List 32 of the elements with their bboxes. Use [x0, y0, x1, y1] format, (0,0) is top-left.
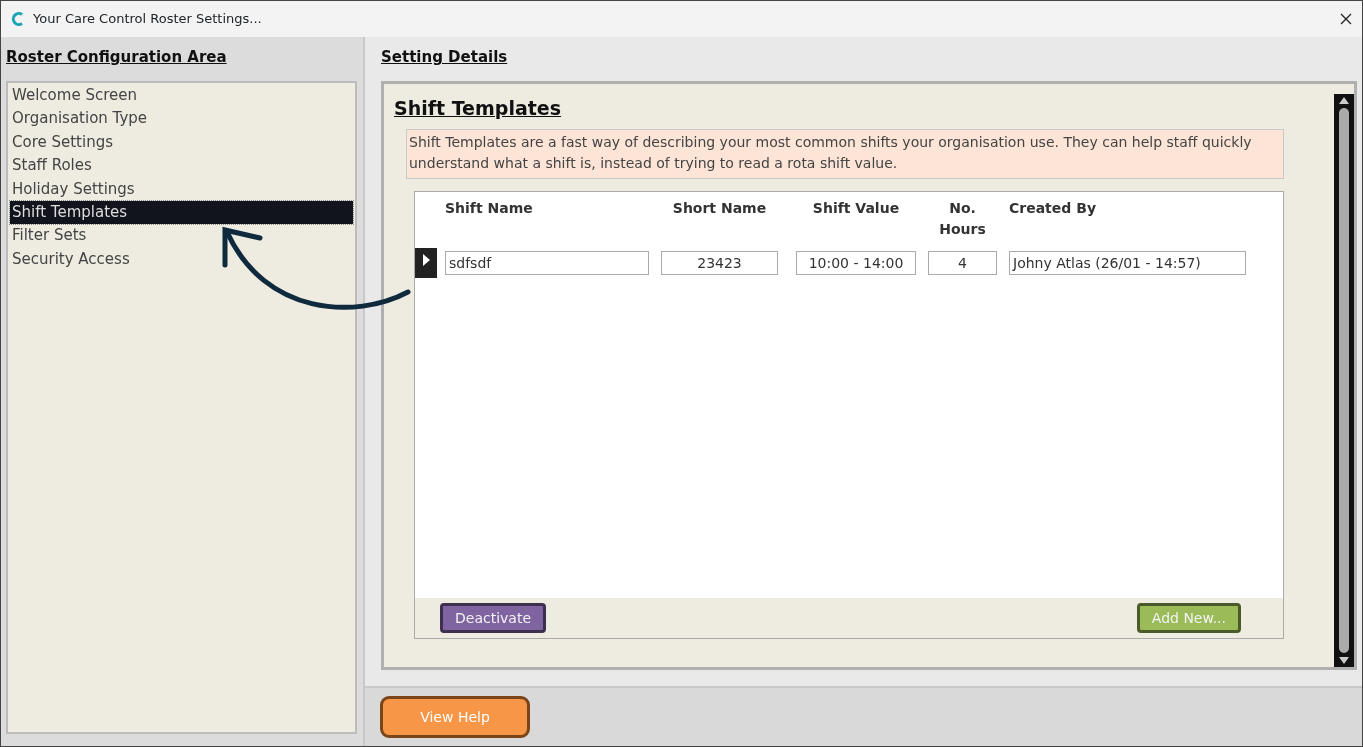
cell-field[interactable]: 23423: [661, 250, 778, 275]
scroll-down-icon[interactable]: [1339, 657, 1349, 664]
settings-list-item[interactable]: Core Settings: [10, 130, 353, 155]
settings-list-item[interactable]: Staff Roles: [10, 154, 353, 178]
settings-list-item[interactable]: Filter Sets: [10, 224, 353, 248]
row-selector[interactable]: [415, 247, 437, 278]
column-header: Shift Name: [445, 199, 533, 216]
cell-field[interactable]: sdfsdf: [445, 250, 649, 275]
settings-list-item[interactable]: Shift Templates: [10, 201, 353, 225]
section-heading: Setting Details: [381, 48, 508, 66]
settings-list-item[interactable]: Holiday Settings: [10, 177, 353, 202]
column-header: Created By: [1009, 199, 1096, 216]
settings-list-item[interactable]: Welcome Screen: [10, 84, 353, 108]
column-header: Shift Value: [812, 199, 900, 216]
cell-field[interactable]: 10:00 - 14:00: [796, 250, 916, 275]
section-heading: Roster Configuration Area: [6, 48, 227, 66]
deactivate-button[interactable]: Deactivate: [440, 603, 546, 633]
cell-field[interactable]: Johny Atlas (26/01 - 14:57): [1009, 250, 1246, 275]
page-title: Shift Templates: [394, 97, 562, 119]
column-header: No. Hours: [939, 199, 986, 237]
window-title: Your Care Control Roster Settings...: [33, 10, 262, 29]
column-header: Short Name: [672, 199, 767, 216]
settings-list-item[interactable]: Security Access: [10, 247, 353, 272]
scrollbar[interactable]: [1334, 94, 1354, 667]
description-text: Shift Templates are a fast way of describing your most common shifts your organisation use. They can help staff quickly understand what a shift is, instead of trying to read a rota shift value.: [406, 128, 1284, 179]
app-logo-icon: [11, 11, 25, 27]
scroll-thumb[interactable]: [1339, 108, 1349, 653]
cell-field[interactable]: 4: [928, 250, 997, 275]
settings-list-item[interactable]: Organisation Type: [10, 107, 353, 131]
scroll-up-icon[interactable]: [1339, 97, 1349, 104]
row-pointer-icon: [422, 253, 430, 266]
close-icon[interactable]: [1340, 13, 1352, 25]
